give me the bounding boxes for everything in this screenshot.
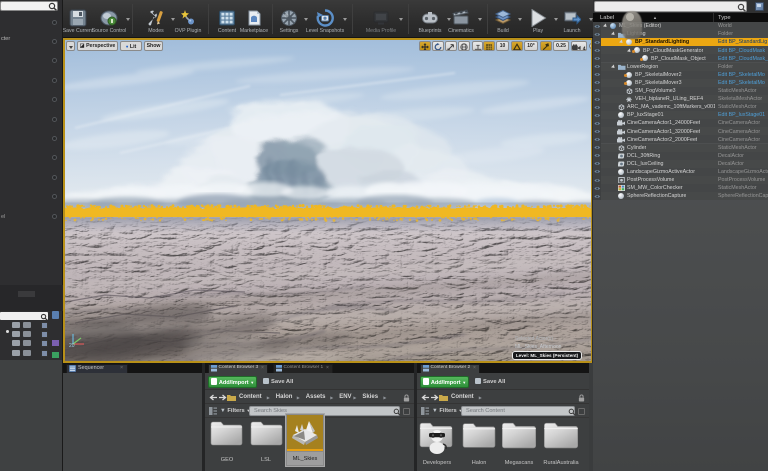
- svg-text:20: 20: [69, 343, 75, 348]
